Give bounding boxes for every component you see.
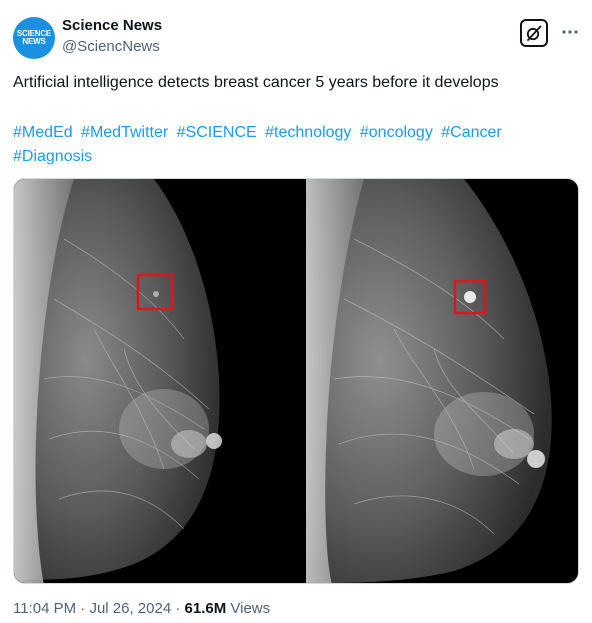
hashtag-link[interactable]: #Diagnosis bbox=[13, 148, 92, 165]
hashtag-link[interactable]: #technology bbox=[265, 124, 351, 141]
hashtag-link[interactable]: #MedTwitter bbox=[81, 124, 168, 141]
hashtag-link[interactable]: #Cancer bbox=[441, 124, 501, 141]
mammogram-image bbox=[14, 179, 578, 583]
tweet-time[interactable]: 11:04 PM bbox=[13, 600, 76, 617]
tweet-text: Artificial intelligence detects breast c… bbox=[13, 74, 499, 91]
display-name[interactable]: Science News bbox=[62, 17, 162, 34]
avatar-text-line2: NEWS bbox=[22, 37, 46, 46]
tweet-date[interactable]: Jul 26, 2024 bbox=[89, 600, 171, 617]
hashtag-link[interactable]: #oncology bbox=[360, 124, 433, 141]
user-handle[interactable]: @SciencNews bbox=[62, 38, 160, 55]
hashtag-link[interactable]: #SCIENCE bbox=[177, 124, 257, 141]
hashtag-link[interactable]: #MedEd bbox=[13, 124, 73, 141]
views-count: 61.6M bbox=[184, 600, 227, 617]
hashtag-list: #MedEd #MedTwitter #SCIENCE #technology … bbox=[13, 121, 573, 169]
tweet-metadata: 11:04 PM · Jul 26, 2024 · 61.6M Views bbox=[13, 600, 270, 617]
more-button[interactable] bbox=[560, 22, 580, 42]
views-label: Views bbox=[230, 600, 271, 617]
tweet-media[interactable] bbox=[13, 178, 579, 584]
avatar[interactable]: SCIENCE NEWS bbox=[13, 17, 55, 59]
grok-icon bbox=[526, 25, 542, 41]
grok-button[interactable] bbox=[520, 19, 548, 47]
separator: · bbox=[175, 600, 181, 617]
more-icon bbox=[562, 30, 578, 34]
separator: · bbox=[80, 600, 86, 617]
